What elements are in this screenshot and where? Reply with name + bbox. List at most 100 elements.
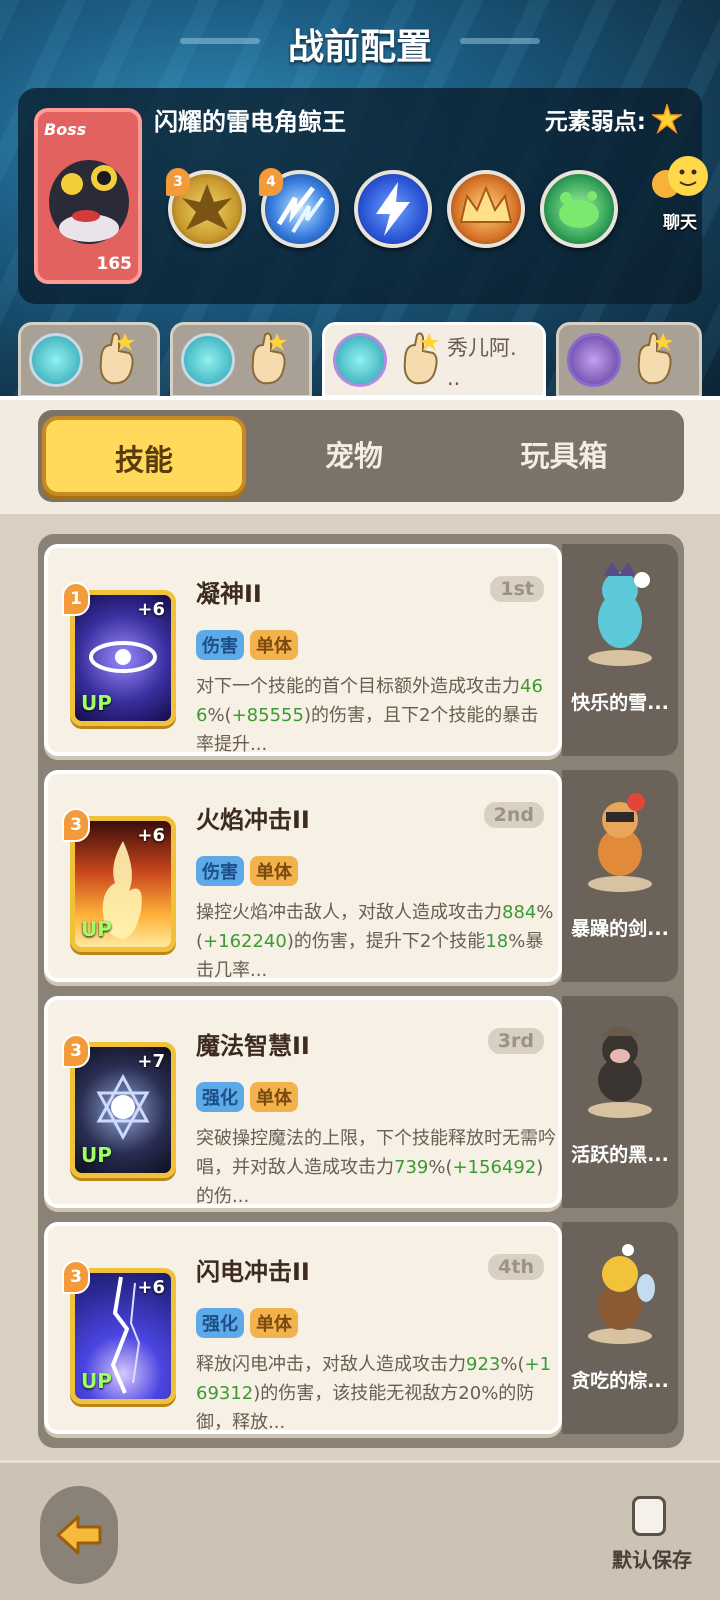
boss-panel: Boss 165 闪耀的雷电角鲸王 元素弱点: 3 4 bbox=[18, 88, 702, 304]
hand-gesture-icon bbox=[403, 332, 439, 385]
skill-description-part: 18 bbox=[485, 931, 509, 952]
skill-description-part: %( bbox=[428, 1157, 453, 1178]
skill-tag: 伤害 bbox=[196, 856, 244, 886]
pet-slot[interactable]: 快乐的雪... bbox=[562, 544, 678, 756]
skill-description: 突破操控魔法的上限，下个技能释放时无需吟唱，并对敌人造成攻击力739%(+156… bbox=[196, 1124, 556, 1208]
tab-toybox[interactable]: 玩具箱 bbox=[462, 416, 666, 496]
skill-level-badge: 3 bbox=[166, 168, 190, 196]
skill-description-part: +156492 bbox=[452, 1157, 537, 1178]
lightning-bolt-icon bbox=[376, 182, 410, 236]
skill-name: 凝神II bbox=[196, 580, 262, 608]
skill-list: 1 +6 UP 凝神II 1st 伤害 单体 对下一个技能的首个目标额外造成攻击… bbox=[38, 534, 684, 1448]
skill-row: 1 +6 UP 凝神II 1st 伤害 单体 对下一个技能的首个目标额外造成攻击… bbox=[44, 544, 678, 756]
skill-upgrade-label: UP bbox=[81, 691, 112, 715]
skill-tag: 强化 bbox=[196, 1082, 244, 1112]
boss-skill-orb[interactable] bbox=[447, 170, 525, 248]
pet-black-pig-icon bbox=[588, 1027, 652, 1118]
pet-slot[interactable]: 活跃的黑... bbox=[562, 996, 678, 1208]
skill-description-part: 对下一个技能的首个目标额外造成攻击力 bbox=[196, 676, 520, 697]
skill-tags: 伤害 单体 bbox=[196, 630, 298, 660]
slime-icon bbox=[559, 191, 599, 228]
back-arrow-icon bbox=[56, 1515, 102, 1555]
skill-description-part: 739 bbox=[394, 1157, 429, 1178]
avatar bbox=[29, 333, 83, 387]
skill-tags: 伤害 单体 bbox=[196, 856, 298, 886]
skill-description-part: %( bbox=[207, 705, 232, 726]
skill-order: 3rd bbox=[487, 1028, 544, 1054]
team-member-card[interactable] bbox=[170, 322, 312, 398]
skill-description-part: 884 bbox=[502, 902, 537, 923]
skill-card[interactable]: 1 +6 UP 凝神II 1st 伤害 单体 对下一个技能的首个目标额外造成攻击… bbox=[44, 544, 562, 756]
skill-description-part: +85555 bbox=[231, 705, 304, 726]
skill-tag: 单体 bbox=[250, 630, 298, 660]
skill-description-part: %( bbox=[500, 1354, 525, 1375]
hand-gesture-icon bbox=[251, 332, 287, 385]
light-element-icon bbox=[652, 104, 682, 134]
skill-row: 3 +6 UP 火焰冲击II 2nd 伤害 单体 操控火焰冲击敌人，对敌人造成攻… bbox=[44, 770, 678, 982]
team-member-card[interactable] bbox=[18, 322, 160, 398]
pet-brown-bee-icon bbox=[588, 1244, 655, 1344]
boss-skill-orb[interactable]: 3 bbox=[166, 168, 246, 248]
skill-level-badge: 1 bbox=[62, 582, 90, 616]
skill-bonus: +7 bbox=[137, 1051, 165, 1072]
skill-tag: 强化 bbox=[196, 1308, 244, 1338]
skill-description-part: 操控火焰冲击敌人，对敌人造成攻击力 bbox=[196, 902, 502, 923]
boss-skill-orb[interactable]: 4 bbox=[259, 168, 339, 248]
team-member-name: 秀儿阿. .. bbox=[447, 336, 517, 390]
skill-tags: 强化 单体 bbox=[196, 1308, 298, 1338]
skill-level-badge: 3 bbox=[62, 808, 90, 842]
chat-button[interactable]: 聊天 bbox=[646, 150, 714, 233]
skill-bonus: +6 bbox=[137, 599, 165, 620]
boss-card[interactable]: Boss 165 bbox=[34, 108, 142, 284]
default-save-label: 默认保存 bbox=[612, 1548, 692, 1572]
skill-name: 火焰冲击II bbox=[196, 806, 310, 834]
boss-tag: Boss bbox=[44, 120, 87, 139]
default-save-checkbox[interactable] bbox=[632, 1496, 666, 1536]
skill-name: 魔法智慧II bbox=[196, 1032, 310, 1060]
tab-pets[interactable]: 宠物 bbox=[252, 416, 456, 496]
weakness-label: 元素弱点: bbox=[544, 109, 646, 135]
team-member-card-active[interactable]: 秀儿阿. .. bbox=[322, 322, 546, 398]
skill-description: 对下一个技能的首个目标额外造成攻击力466%(+85555)的伤害，且下2个技能… bbox=[196, 672, 556, 756]
tab-skills[interactable]: 技能 bbox=[42, 416, 246, 496]
skill-card[interactable]: 3 +6 UP 火焰冲击II 2nd 伤害 单体 操控火焰冲击敌人，对敌人造成攻… bbox=[44, 770, 562, 982]
team-row: 秀儿阿. .. bbox=[18, 322, 702, 398]
skill-tag: 单体 bbox=[250, 1082, 298, 1112]
element-weakness: 元素弱点: bbox=[545, 102, 682, 136]
skill-order: 2nd bbox=[483, 802, 544, 828]
pet-snow-icon bbox=[588, 562, 652, 666]
skill-tag: 伤害 bbox=[196, 630, 244, 660]
skill-upgrade-label: UP bbox=[81, 1369, 112, 1393]
skill-bonus: +6 bbox=[137, 1277, 165, 1298]
pet-name: 贪吃的棕... bbox=[571, 1370, 669, 1392]
boss-skill-orb[interactable] bbox=[540, 170, 618, 248]
back-button[interactable] bbox=[40, 1486, 118, 1584]
whale-boss-icon bbox=[49, 160, 129, 244]
page-title: 战前配置 bbox=[287, 27, 432, 68]
skill-row: 3 +7 UP 魔法智慧II 3rd 强化 单体 突破操控魔法的上限，下个技能释… bbox=[44, 996, 678, 1208]
skill-description-part: 923 bbox=[466, 1354, 501, 1375]
pet-sword-icon bbox=[588, 793, 652, 892]
boss-skill-orb[interactable] bbox=[354, 170, 432, 248]
pet-slot[interactable]: 贪吃的棕... bbox=[562, 1222, 678, 1434]
avatar bbox=[181, 333, 235, 387]
skill-description-part: +162240 bbox=[203, 931, 287, 952]
crown-icon bbox=[459, 185, 513, 223]
skill-tag: 单体 bbox=[250, 1308, 298, 1338]
skill-level-badge: 4 bbox=[259, 168, 283, 196]
skill-description: 释放闪电冲击，对敌人造成攻击力923%(+169312)的伤害，该技能无视敌方2… bbox=[196, 1350, 556, 1434]
pet-slot[interactable]: 暴躁的剑... bbox=[562, 770, 678, 982]
skill-description-part: 释放闪电冲击，对敌人造成攻击力 bbox=[196, 1354, 466, 1375]
chat-icon bbox=[652, 156, 708, 198]
pet-name: 活跃的黑... bbox=[571, 1144, 669, 1166]
chat-label: 聊天 bbox=[663, 213, 697, 233]
pet-name: 暴躁的剑... bbox=[571, 918, 669, 940]
boss-skills: 3 4 bbox=[166, 168, 618, 248]
skill-upgrade-label: UP bbox=[81, 1143, 112, 1167]
skill-card[interactable]: 3 +7 UP 魔法智慧II 3rd 强化 单体 突破操控魔法的上限，下个技能释… bbox=[44, 996, 562, 1208]
skill-row: 3 +6 UP 闪电冲击II 4th 强化 单体 释放闪电冲击，对敌人造成攻击力… bbox=[44, 1222, 678, 1434]
team-member-card[interactable] bbox=[556, 322, 702, 398]
skill-upgrade-label: UP bbox=[81, 917, 112, 941]
avatar bbox=[333, 333, 387, 387]
skill-card[interactable]: 3 +6 UP 闪电冲击II 4th 强化 单体 释放闪电冲击，对敌人造成攻击力… bbox=[44, 1222, 562, 1434]
